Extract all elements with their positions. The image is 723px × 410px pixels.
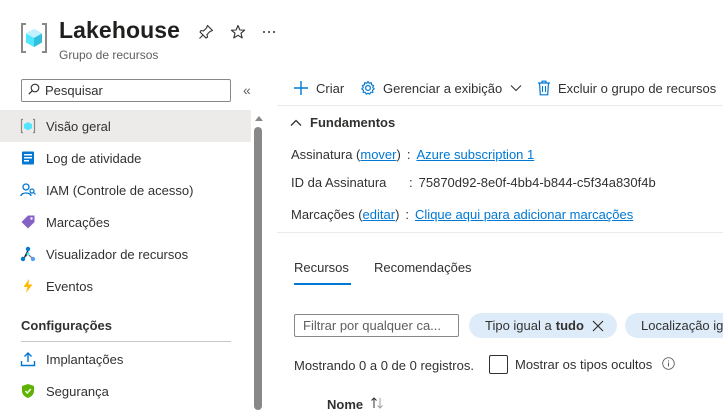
- sidebar-search[interactable]: [21, 79, 231, 102]
- subscription-id-row: ID da Assinatura : 75870d92-8e0f-4bb4-b8…: [291, 175, 656, 190]
- resource-group-icon: [20, 22, 48, 54]
- sidebar-item-label: Implantações: [46, 351, 124, 367]
- tag-icon: [20, 214, 36, 230]
- collapse-sidebar-icon[interactable]: «: [243, 82, 251, 98]
- sidebar-item-activity-log[interactable]: Log de atividade: [0, 142, 251, 174]
- security-shield-icon: [20, 383, 36, 399]
- resource-visualizer-icon: [20, 246, 36, 262]
- location-filter-pill[interactable]: Localização igual a tudo: [625, 313, 723, 338]
- sidebar-item-label: Visualizador de recursos: [46, 246, 189, 262]
- sidebar-item-label: Visão geral: [46, 118, 111, 134]
- subscription-row: Assinatura (mover) : Azure subscription …: [291, 147, 535, 162]
- create-button-label: Criar: [316, 80, 345, 96]
- column-header-name[interactable]: Nome: [327, 397, 363, 410]
- command-bar: Criar Gerenciar a exibição Excluir o gru…: [277, 72, 723, 106]
- scrollbar-thumb[interactable]: [254, 127, 262, 410]
- command-bar-divider: [277, 105, 723, 106]
- sidebar-item-overview[interactable]: Visão geral: [0, 110, 251, 142]
- sidebar-item-iam[interactable]: IAM (Controle de acesso): [0, 174, 251, 206]
- type-filter-value: tudo: [555, 318, 584, 333]
- show-hidden-types-label: Mostrar os tipos ocultos: [515, 357, 653, 372]
- lightning-icon: [20, 278, 36, 294]
- sidebar-item-deployments[interactable]: Implantações: [0, 343, 251, 375]
- active-tab-indicator: [294, 283, 351, 285]
- iam-icon: [20, 182, 36, 198]
- gear-icon: [360, 80, 376, 96]
- search-icon: [28, 83, 40, 98]
- filter-input[interactable]: [294, 314, 459, 337]
- create-button[interactable]: Criar: [293, 80, 344, 96]
- delete-resource-group-button[interactable]: Excluir o grupo de recursos: [537, 80, 716, 96]
- chevron-up-icon: [290, 119, 302, 127]
- records-count: Mostrando 0 a 0 de 0 registros.: [294, 358, 474, 373]
- subscription-label: Assinatura: [291, 147, 353, 162]
- add-tags-link[interactable]: Clique aqui para adicionar marcações: [415, 207, 633, 222]
- info-icon[interactable]: [662, 357, 675, 370]
- sidebar-item-security[interactable]: Segurança: [0, 375, 251, 407]
- sidebar-item-label: Log de atividade: [46, 150, 142, 166]
- type-filter-prefix: Tipo igual a: [485, 318, 552, 333]
- search-input[interactable]: [45, 83, 225, 98]
- sidebar-item-label: IAM (Controle de acesso): [46, 182, 194, 198]
- essentials-title: Fundamentos: [310, 115, 396, 130]
- sidebar-item-tags[interactable]: Marcações: [0, 206, 251, 238]
- page-title: Lakehouse: [59, 17, 181, 43]
- plus-icon: [293, 80, 309, 96]
- subscription-id-label: ID da Assinatura: [291, 175, 387, 190]
- tags-row: Marcações (editar) : Clique aqui para ad…: [291, 207, 634, 222]
- delete-resource-group-label: Excluir o grupo de recursos: [558, 80, 717, 96]
- overview-icon: [20, 118, 36, 134]
- section-divider: [21, 341, 231, 342]
- chevron-down-icon: [510, 84, 522, 92]
- move-link[interactable]: mover: [360, 147, 396, 162]
- essentials-toggle[interactable]: Fundamentos: [290, 115, 395, 130]
- section-header-settings: Configurações: [21, 318, 113, 333]
- manage-view-button-label: Gerenciar a exibição: [383, 80, 503, 96]
- sidebar-item-resource-visualizer[interactable]: Visualizador de recursos: [0, 238, 251, 270]
- page-header: Lakehouse Grupo de recursos: [0, 0, 723, 72]
- deployments-icon: [20, 351, 36, 367]
- star-icon[interactable]: [228, 22, 248, 42]
- main-content: Criar Gerenciar a exibição Excluir o gru…: [277, 72, 723, 410]
- sidebar-item-label: Eventos: [46, 278, 93, 294]
- location-filter-label: Localização igual a tudo: [641, 318, 723, 333]
- pin-icon[interactable]: [196, 22, 216, 42]
- show-hidden-types-checkbox[interactable]: [489, 355, 508, 374]
- subscription-id-value: 75870d92-8e0f-4bb4-b844-c5f34a830f4b: [418, 175, 656, 190]
- close-icon[interactable]: [592, 320, 604, 332]
- tags-label: Marcações: [291, 207, 355, 222]
- activity-log-icon: [20, 150, 36, 166]
- subscription-link[interactable]: Azure subscription 1: [416, 147, 534, 162]
- type-filter-pill[interactable]: Tipo igual a tudo: [469, 313, 617, 338]
- sidebar-item-label: Segurança: [46, 383, 109, 399]
- sidebar: « Visão geral Log de atividade IAM (Cont…: [0, 72, 265, 410]
- sidebar-item-events[interactable]: Eventos: [0, 270, 251, 302]
- essentials-divider: [277, 232, 723, 233]
- trash-icon: [537, 80, 551, 96]
- sort-icon[interactable]: [370, 396, 384, 410]
- page-subtitle: Grupo de recursos: [59, 48, 159, 62]
- sidebar-item-label: Marcações: [46, 214, 110, 230]
- tab-recommendations[interactable]: Recomendações: [374, 260, 472, 275]
- scroll-up-arrow-icon[interactable]: [255, 116, 263, 121]
- tab-resources[interactable]: Recursos: [294, 260, 349, 275]
- more-icon[interactable]: [259, 22, 279, 42]
- manage-view-button[interactable]: Gerenciar a exibição: [360, 80, 522, 96]
- edit-tags-link[interactable]: editar: [363, 207, 396, 222]
